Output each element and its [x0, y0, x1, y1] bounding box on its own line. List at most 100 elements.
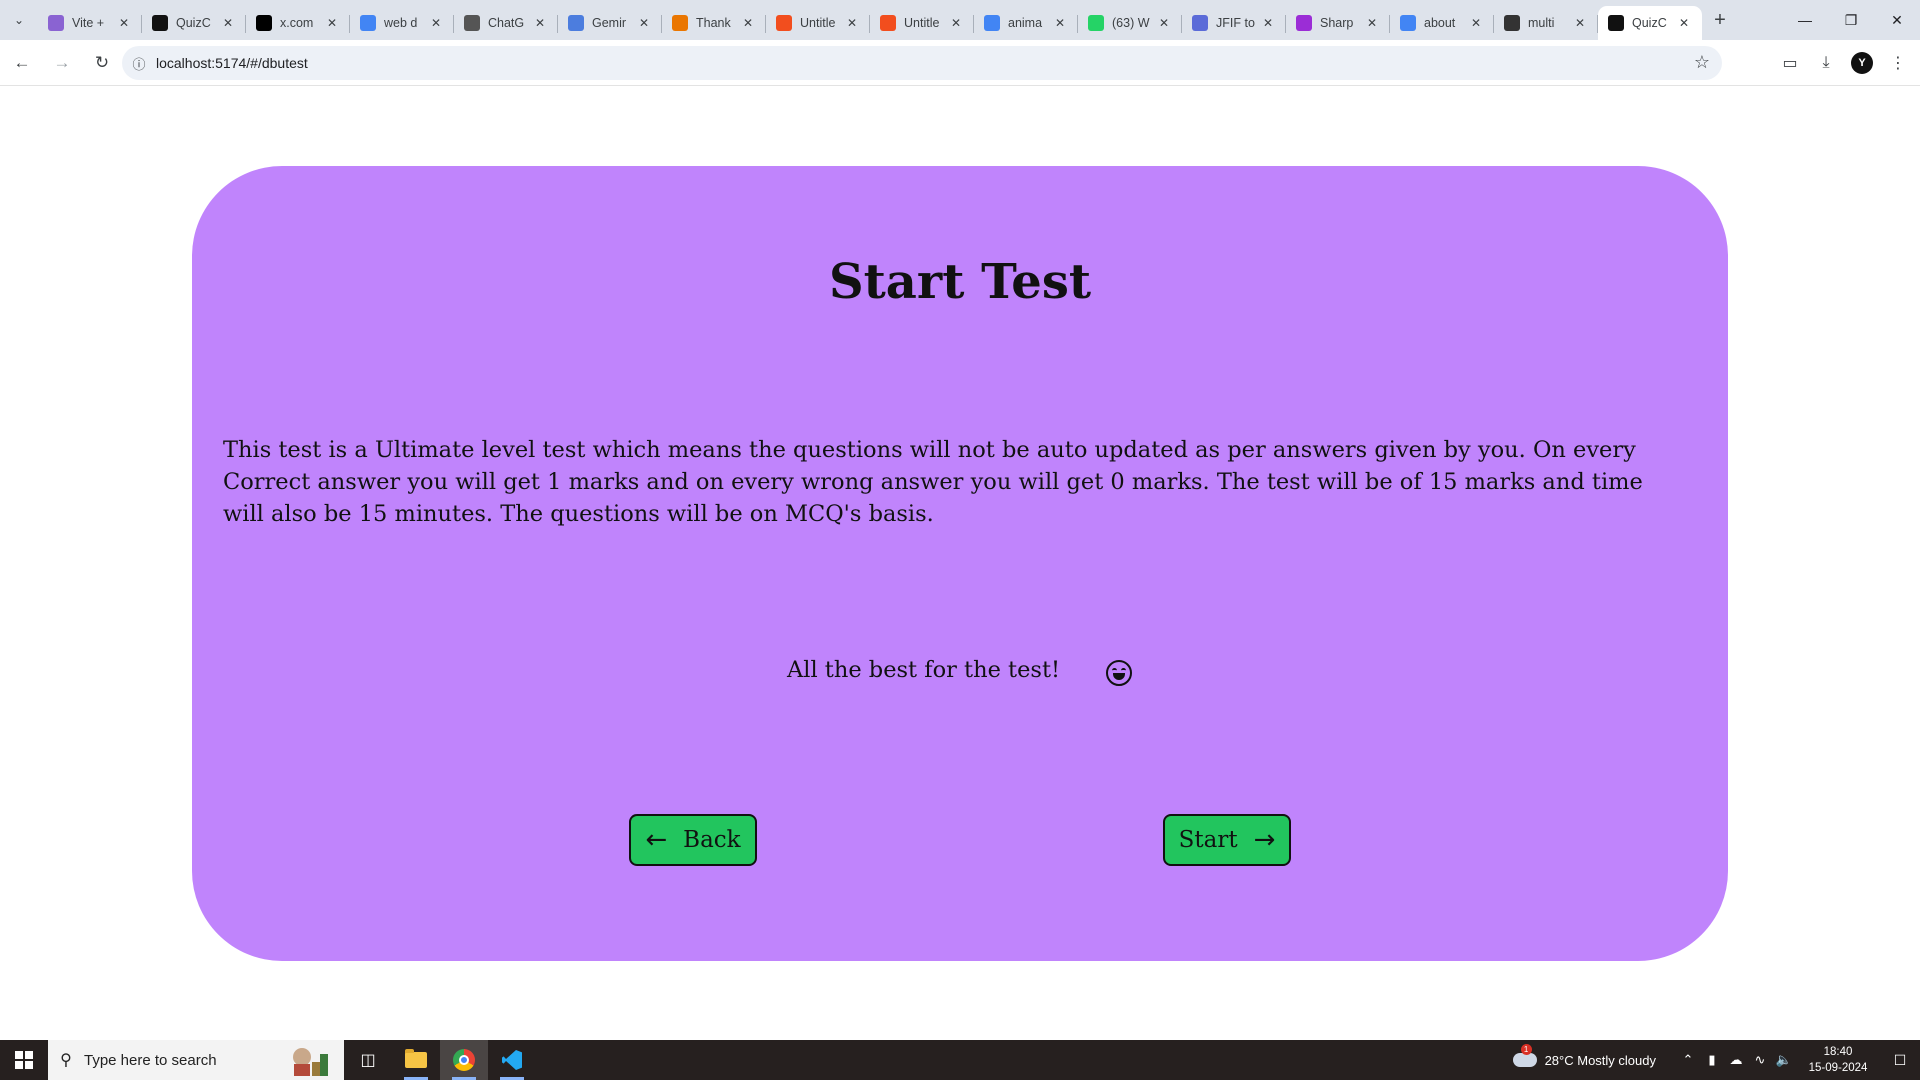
figma-icon: [776, 15, 792, 31]
tab-title: QuizC: [1632, 16, 1667, 30]
chatgpt-icon: [464, 15, 480, 31]
vscode-icon[interactable]: [488, 1040, 536, 1080]
google-icon: [1400, 15, 1416, 31]
tab-strip: ⌄ Vite + ✕ QuizC ✕ x.com ✕ web d ✕ ChatG ✕ Gemir ✕ T…: [0, 0, 1920, 40]
browser-tab[interactable]: web d ✕: [350, 6, 454, 40]
tab-search-button[interactable]: ⌄: [0, 0, 38, 40]
restore-button[interactable]: ❐: [1828, 0, 1874, 40]
clock[interactable]: 18:40 15-09-2024: [1796, 1044, 1880, 1076]
google-icon: [984, 15, 1000, 31]
back-nav-button[interactable]: ←: [4, 45, 40, 81]
file-explorer-icon[interactable]: [392, 1040, 440, 1080]
browser-tab[interactable]: anima ✕: [974, 6, 1078, 40]
whatsapp-icon: [1088, 15, 1104, 31]
notifications-icon[interactable]: ☐: [1880, 1040, 1920, 1080]
tab-close-icon[interactable]: ✕: [1260, 16, 1276, 30]
tab-close-icon[interactable]: ✕: [1364, 16, 1380, 30]
browser-tab[interactable]: Gemir ✕: [558, 6, 662, 40]
bookmark-star-icon[interactable]: ☆: [1694, 52, 1710, 73]
windows-start-button[interactable]: [0, 1040, 48, 1080]
cloud-sync-icon[interactable]: ☁: [1724, 1052, 1748, 1068]
start-button[interactable]: Start →: [1163, 814, 1291, 866]
site-info-icon[interactable]: ⓘ: [122, 54, 156, 73]
tab-close-icon[interactable]: ✕: [324, 16, 340, 30]
arrow-right-icon: →: [1253, 825, 1276, 855]
tab-title: ChatG: [488, 16, 525, 30]
browser-tab[interactable]: multi ✕: [1494, 6, 1598, 40]
tab-close-icon[interactable]: ✕: [948, 16, 964, 30]
back-button[interactable]: ← Back: [629, 814, 757, 866]
browser-tab[interactable]: Untitle ✕: [870, 6, 974, 40]
forward-nav-button[interactable]: →: [44, 45, 80, 81]
tab-title: JFIF to: [1216, 16, 1255, 30]
download-icon[interactable]: ⤓: [1808, 45, 1844, 81]
browser-toolbar: ← → ↻ ⓘ localhost:5174/#/dbutest ☆ ▭ ⤓ Y…: [0, 40, 1920, 86]
back-button-label: Back: [683, 827, 741, 853]
tab-close-icon[interactable]: ✕: [1676, 16, 1692, 30]
new-tab-button[interactable]: +: [1702, 0, 1738, 40]
tab-close-icon[interactable]: ✕: [532, 16, 548, 30]
browser-tab[interactable]: ChatG ✕: [454, 6, 558, 40]
profile-avatar[interactable]: Y: [1851, 52, 1873, 74]
tab-list: Vite + ✕ QuizC ✕ x.com ✕ web d ✕ ChatG ✕ Gemir ✕ Tha…: [38, 0, 1702, 40]
tab-close-icon[interactable]: ✕: [220, 16, 236, 30]
tab-title: (63) W: [1112, 16, 1150, 30]
toolbar-actions: ▭ ⤓ Y ⋮: [1772, 45, 1916, 81]
system-tray: 1 28°C Mostly cloudy ⌃ ▮ ☁ ∿ 🔈 18:40 15-…: [1512, 1040, 1920, 1080]
browser-tab[interactable]: QuizC ✕: [1598, 6, 1702, 40]
browser-tab[interactable]: about ✕: [1390, 6, 1494, 40]
blender-icon: [672, 15, 688, 31]
browser-tab[interactable]: Sharp ✕: [1286, 6, 1390, 40]
figma-icon: [880, 15, 896, 31]
minimize-button[interactable]: —: [1782, 0, 1828, 40]
chevron-up-icon[interactable]: ⌃: [1676, 1052, 1700, 1068]
clock-time: 18:40: [1823, 1046, 1853, 1058]
browser-tab[interactable]: (63) W ✕: [1078, 6, 1182, 40]
reload-button[interactable]: ↻: [84, 45, 120, 81]
browser-tab[interactable]: Vite + ✕: [38, 6, 142, 40]
search-icon: ⚲: [60, 1052, 72, 1069]
tab-close-icon[interactable]: ✕: [428, 16, 444, 30]
browser-tab[interactable]: x.com ✕: [246, 6, 350, 40]
browser-tab[interactable]: Untitle ✕: [766, 6, 870, 40]
weather-widget[interactable]: 1 28°C Mostly cloudy: [1512, 1044, 1656, 1068]
weather-badge: 1: [1520, 1044, 1532, 1055]
url-text[interactable]: localhost:5174/#/dbutest: [156, 55, 308, 71]
tab-close-icon[interactable]: ✕: [1156, 16, 1172, 30]
quiz-icon: [152, 15, 168, 31]
browser-tab[interactable]: Thank ✕: [662, 6, 766, 40]
tab-close-icon[interactable]: ✕: [636, 16, 652, 30]
tab-close-icon[interactable]: ✕: [1052, 16, 1068, 30]
close-window-button[interactable]: ✕: [1874, 0, 1920, 40]
wish-text: All the best for the test!: [787, 657, 1061, 683]
tab-title: anima: [1008, 16, 1043, 30]
converter-icon: [1192, 15, 1208, 31]
chrome-icon[interactable]: [440, 1040, 488, 1080]
tab-close-icon[interactable]: ✕: [1572, 16, 1588, 30]
tab-close-icon[interactable]: ✕: [844, 16, 860, 30]
test-description: This test is a Ultimate level test which…: [223, 437, 1643, 527]
windows-logo-icon: [15, 1051, 33, 1069]
tab-title: x.com: [280, 16, 314, 30]
task-view-icon[interactable]: ◫: [344, 1040, 392, 1080]
google-icon: [360, 15, 376, 31]
address-bar[interactable]: ⓘ localhost:5174/#/dbutest ☆: [122, 46, 1722, 80]
tab-title: web d: [384, 16, 418, 30]
tab-title: Gemir: [592, 16, 627, 30]
clock-date: 15-09-2024: [1808, 1062, 1868, 1074]
extensions-icon[interactable]: ▭: [1772, 45, 1808, 81]
tab-title: Untitle: [800, 16, 836, 30]
start-test-card: Start Test This test is a Ultimate level…: [192, 166, 1728, 961]
search-highlight-icon: [293, 1048, 328, 1076]
browser-tab[interactable]: JFIF to ✕: [1182, 6, 1286, 40]
wifi-icon[interactable]: ∿: [1748, 1052, 1772, 1068]
tab-close-icon[interactable]: ✕: [740, 16, 756, 30]
smile-emoji-icon: [1106, 660, 1132, 686]
battery-icon[interactable]: ▮: [1700, 1052, 1724, 1068]
tab-close-icon[interactable]: ✕: [116, 16, 132, 30]
browser-tab[interactable]: QuizC ✕: [142, 6, 246, 40]
menu-icon[interactable]: ⋮: [1880, 45, 1916, 81]
volume-icon[interactable]: 🔈: [1772, 1052, 1796, 1068]
tab-close-icon[interactable]: ✕: [1468, 16, 1484, 30]
taskbar-search-box[interactable]: ⚲ Type here to search: [48, 1040, 344, 1080]
